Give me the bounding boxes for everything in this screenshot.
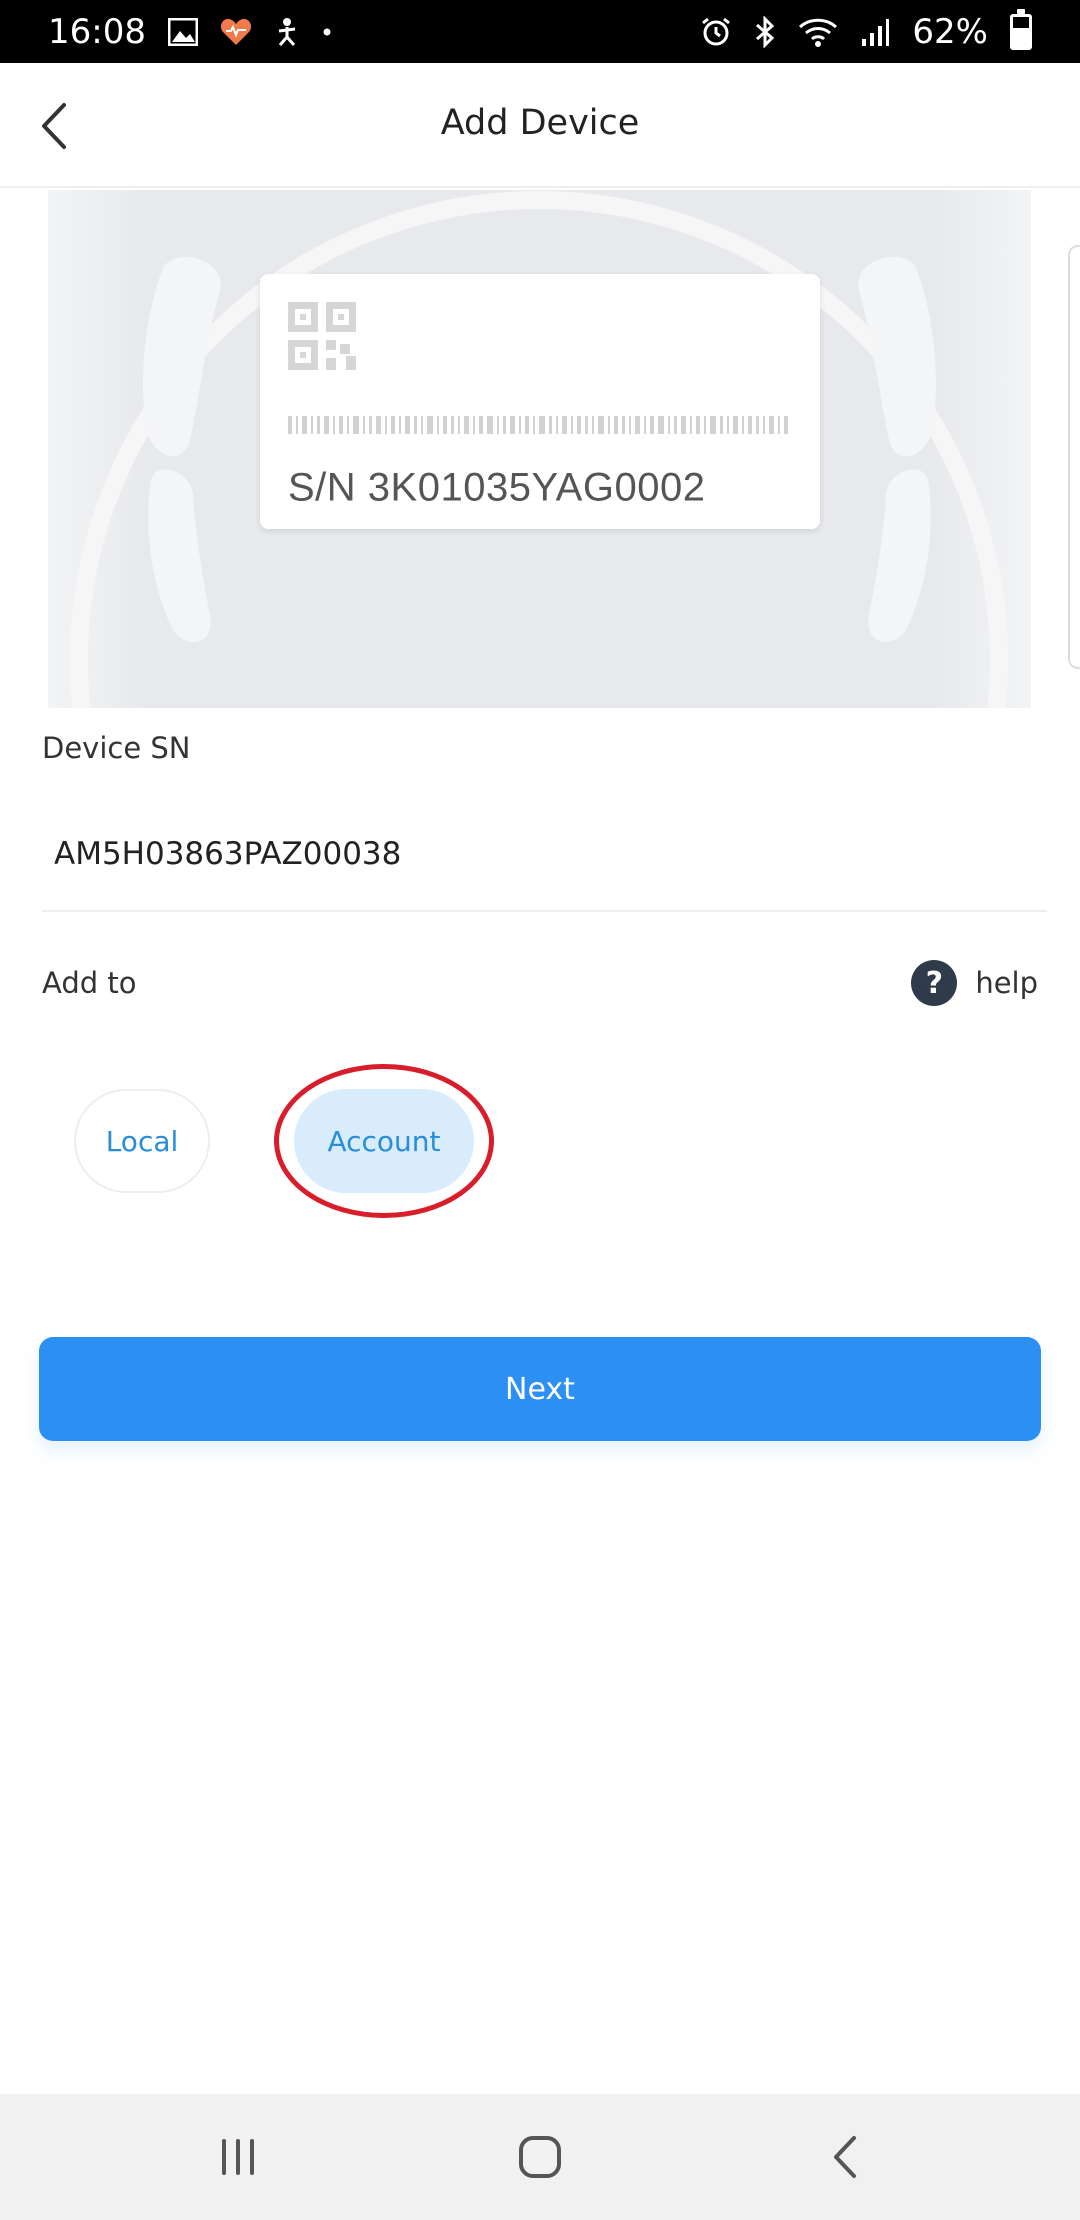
system-back-button[interactable] — [774, 2094, 914, 2220]
help-link[interactable]: ? help — [911, 960, 1038, 1006]
signal-icon — [860, 12, 890, 52]
device-slot-left-lower — [148, 469, 211, 642]
sticker-serial-number: S/N 3K01035YAG0002 — [288, 465, 706, 510]
next-button[interactable]: Next — [39, 1337, 1041, 1441]
device-illustration: S/N 3K01035YAG0002 — [48, 190, 1031, 708]
question-icon: ? — [911, 960, 958, 1006]
scroll-edge-hint — [1068, 245, 1080, 669]
home-icon — [519, 2136, 561, 2178]
app-header: Add Device — [0, 63, 1080, 188]
page-title: Add Device — [440, 103, 640, 143]
status-bar: 16:08 62% — [0, 0, 1080, 63]
status-left: 16:08 — [48, 12, 332, 52]
clock: 16:08 — [48, 11, 146, 52]
qr-barcode-graphic — [288, 302, 788, 434]
wifi-icon — [798, 12, 838, 52]
option-local-button[interactable]: Local — [74, 1089, 210, 1193]
status-right: 62% — [700, 8, 1032, 52]
device-slot-right-upper — [858, 256, 936, 457]
back-icon — [834, 2136, 856, 2178]
device-sn-input[interactable] — [42, 820, 1047, 912]
help-text: help — [975, 966, 1038, 1000]
screen: 16:08 62% Add Device S/N 3K01035YAG0002 … — [0, 0, 1080, 2220]
figure-icon — [274, 12, 300, 52]
serial-number-sticker: S/N 3K01035YAG0002 — [260, 274, 820, 529]
battery-icon — [1010, 8, 1032, 50]
dot-icon — [322, 12, 332, 52]
heart-icon — [220, 12, 252, 52]
alarm-icon — [700, 12, 732, 52]
image-icon — [167, 12, 198, 52]
recent-apps-button[interactable] — [168, 2094, 308, 2220]
battery-fill — [1013, 27, 1029, 47]
home-button[interactable] — [470, 2094, 610, 2220]
system-nav-bar — [0, 2094, 1080, 2220]
highlight-annotation-circle — [274, 1064, 494, 1218]
device-slot-right-lower — [868, 469, 931, 642]
add-to-label: Add to — [42, 966, 137, 1000]
recent-apps-icon — [222, 2139, 254, 2175]
bluetooth-icon — [754, 12, 776, 52]
battery-percent: 62% — [912, 11, 988, 52]
device-sn-label: Device SN — [42, 731, 191, 765]
device-slot-left-upper — [143, 256, 221, 457]
